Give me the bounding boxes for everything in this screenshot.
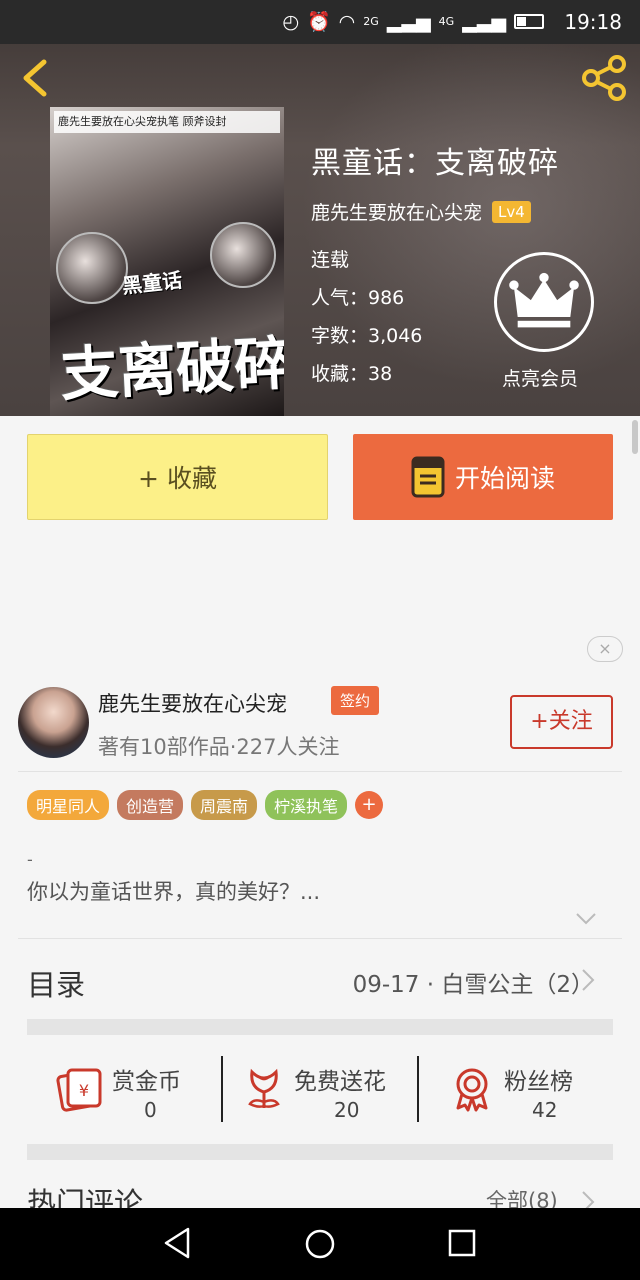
alarm-icon: ⏰ [306,11,331,33]
divider [18,938,622,939]
battery-icon [514,14,544,29]
book-title: 黑童话：支离破碎 [311,146,559,181]
tag[interactable]: 明星同人 [27,790,110,820]
divider [417,1056,419,1122]
book-cover[interactable]: 鹿先生要放在心尖宠执笔 顾斧设封 黑童话 支离破碎 [50,107,284,416]
book-header: ◴ ⏰ ◠ 2G ▂▃▅ 4G ▂▃▅ 19:18 鹿先生要放在心尖宠执笔 顾斧… [0,0,640,416]
close-ad-button[interactable]: × [587,636,623,662]
author-name[interactable]: 鹿先生要放在心尖宠 [311,198,482,225]
tag[interactable]: 柠溪执笔 [265,790,348,820]
book-popularity: 人气：986 [311,287,405,309]
cover-title-art: 支离破碎 [58,328,284,410]
level-badge: Lv4 [492,200,531,223]
divider [18,771,622,772]
status-icons: ◴ ⏰ ◠ 2G ▂▃▅ 4G ▂▃▅ [282,10,544,33]
member-label[interactable]: 点亮会员 [502,364,578,391]
chevron-down-icon[interactable] [574,911,598,927]
stat-fan-ranking[interactable]: 粉丝榜 42 [452,1058,592,1124]
status-time: 19:18 [564,10,622,34]
medal-icon [456,1068,488,1112]
book-status: 连载 [311,249,350,271]
toc-latest-chapter[interactable]: 09-17 · 白雪公主（2） [353,965,594,999]
signed-badge: 签约 [331,686,380,715]
cover-subtitle-art: 黑童话 [121,267,184,299]
system-nav-bar [0,1208,640,1280]
stat-label: 赏金币 [112,1069,181,1095]
stat-free-flowers[interactable]: 免费送花 20 [244,1058,414,1124]
divider [221,1056,223,1122]
wifi-icon: ◠ [338,10,356,33]
book-description[interactable]: 你以为童话世界，真的美好？... [27,876,320,906]
author-avatar[interactable] [18,687,89,758]
stat-value: 42 [532,1098,558,1122]
cover-strip-text: 鹿先生要放在心尖宠执笔 顾斧设封 [54,111,280,133]
book-word-count: 字数：3,046 [311,325,423,347]
stat-reward-coins[interactable]: ¥ 赏金币 0 [56,1058,216,1124]
follow-button[interactable]: +关注 [510,695,613,749]
book-favorites: 收藏：38 [311,363,393,385]
signal-bars-icon: ▂▃▅ [386,10,431,33]
flower-icon [248,1068,280,1108]
back-nav-icon[interactable] [162,1226,192,1260]
tag[interactable]: 创造营 [117,790,184,820]
signal-2g-icon: 2G [363,15,379,28]
recent-apps-icon[interactable] [448,1229,476,1257]
stat-value: 0 [144,1098,157,1122]
svg-text:¥: ¥ [79,1081,89,1100]
share-icon[interactable] [580,54,628,102]
stat-label: 粉丝榜 [504,1069,573,1095]
signal-bars-icon: ▂▃▅ [462,10,506,33]
book-icon [411,456,445,498]
author-card-name[interactable]: 鹿先生要放在心尖宠 [98,688,287,718]
collect-button[interactable]: + 收藏 [27,434,328,520]
home-nav-icon[interactable] [304,1228,336,1260]
tag-list: 明星同人 创造营 周震南 柠溪执笔 + [27,790,384,820]
back-icon[interactable] [18,58,54,98]
description-dash: - [27,850,33,869]
chevron-right-icon[interactable] [580,968,596,992]
tag[interactable]: 周震南 [191,790,258,820]
signal-4g-icon: 4G [438,15,455,28]
toc-label[interactable]: 目录 [27,962,85,1004]
start-reading-button[interactable]: 开始阅读 [353,434,613,520]
start-reading-label: 开始阅读 [454,464,555,493]
author-card-subtitle: 著有10部作品·227人关注 [98,735,340,759]
section-separator [27,1144,613,1160]
crown-icon[interactable] [494,252,594,352]
section-separator [27,1019,613,1035]
author-line: 鹿先生要放在心尖宠 Lv4 [311,198,531,225]
red-envelope-icon: ¥ [56,1068,102,1112]
stat-value: 20 [334,1098,360,1122]
scrollbar[interactable] [632,420,638,454]
cover-portrait [210,222,276,288]
add-tag-button[interactable]: + [355,791,384,819]
stat-label: 免费送花 [294,1069,386,1095]
cover-portrait [56,232,128,304]
status-bar: ◴ ⏰ ◠ 2G ▂▃▅ 4G ▂▃▅ 19:18 [0,0,640,44]
sim-icon: ◴ [282,10,299,33]
